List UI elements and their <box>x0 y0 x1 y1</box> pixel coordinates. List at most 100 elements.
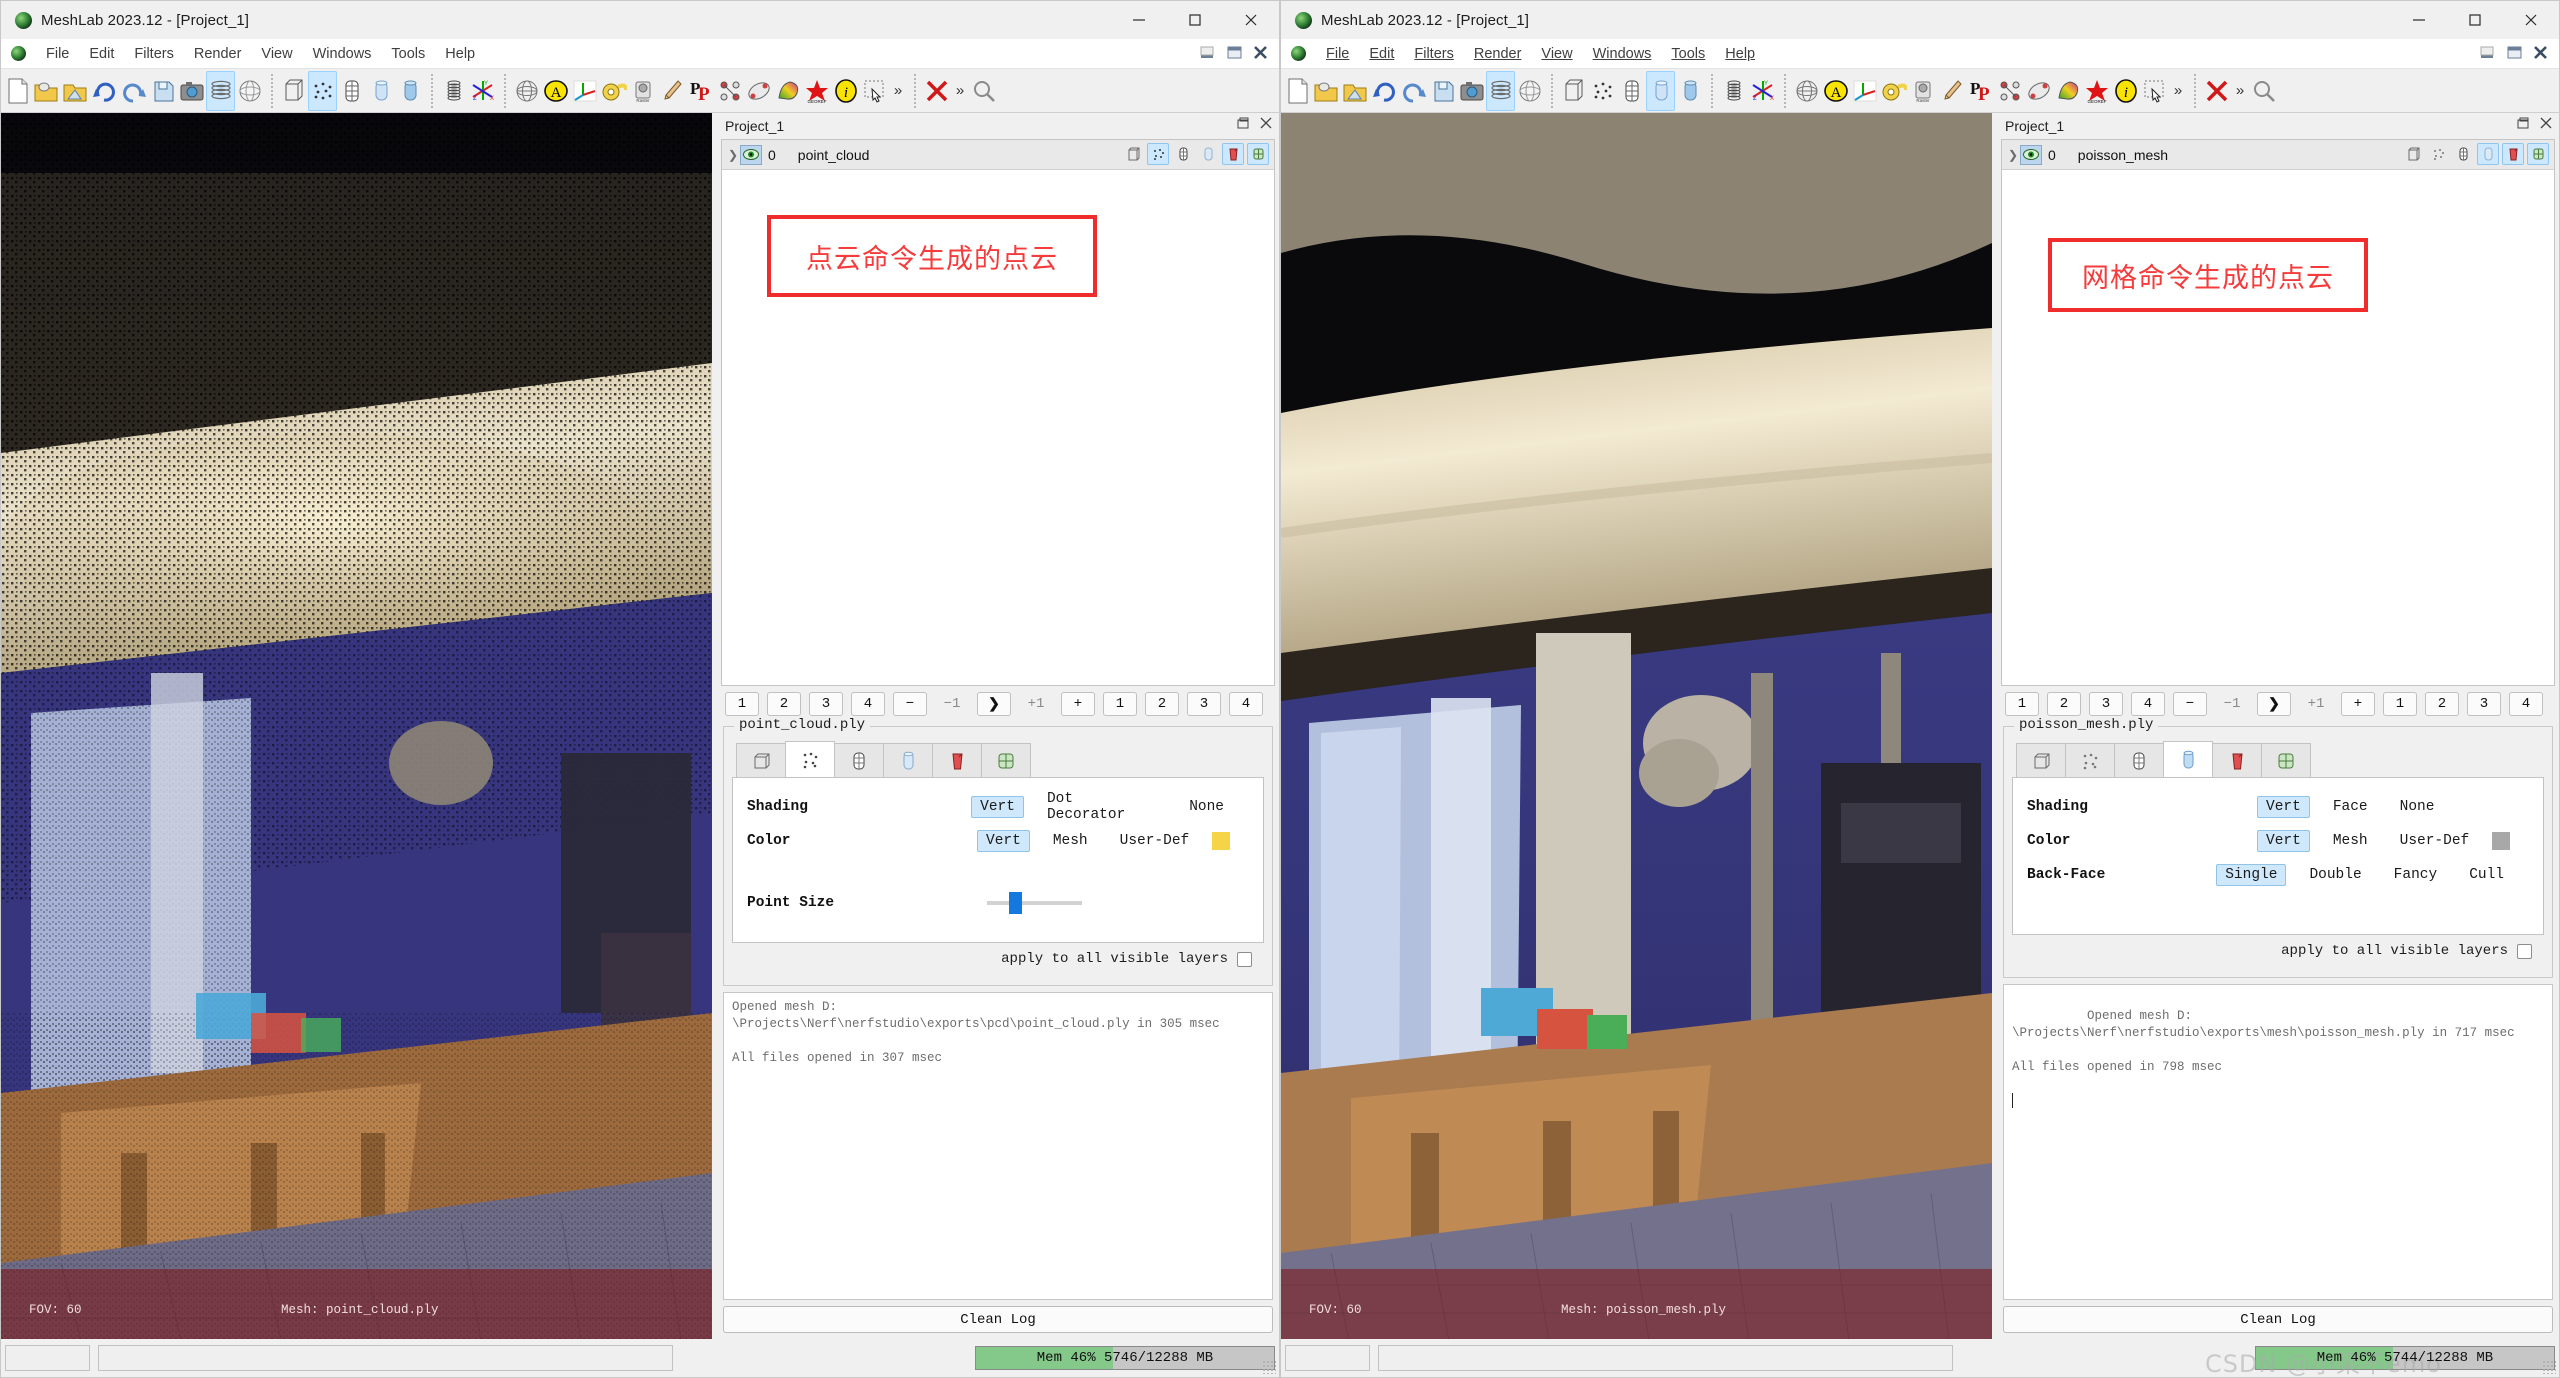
tab-bbox[interactable] <box>736 743 786 777</box>
align-tool-icon[interactable] <box>1995 71 2024 111</box>
tab-wireframe[interactable] <box>834 743 884 777</box>
mdi-minimize-icon[interactable] <box>1199 43 1219 63</box>
layer-smooth-icon[interactable] <box>1222 143 1244 165</box>
layer-btn-minus-one[interactable]: −1 <box>935 692 969 716</box>
layer-bbox-icon[interactable] <box>2402 143 2424 165</box>
flat-render-icon[interactable] <box>1646 70 1675 111</box>
tab-bbox[interactable] <box>2016 743 2066 777</box>
visibility-eye-icon[interactable] <box>740 144 762 165</box>
axis-origin-icon[interactable] <box>570 71 599 111</box>
point-pair-align-icon[interactable] <box>744 71 773 111</box>
layer-btn-1[interactable]: 1 <box>725 692 759 716</box>
layer-flat-icon[interactable] <box>2477 143 2499 165</box>
layer-btn-3[interactable]: 3 <box>2089 692 2123 716</box>
point-size-handle[interactable] <box>1009 892 1022 914</box>
bounding-box-icon[interactable] <box>1559 71 1588 111</box>
minimize-button[interactable] <box>2391 1 2447 39</box>
georef-icon[interactable]: GEOREF <box>2082 71 2111 111</box>
clean-log-button[interactable]: Clean Log <box>723 1306 1273 1333</box>
layer-points-icon[interactable] <box>1147 143 1169 165</box>
backface-option-fancy[interactable]: Fancy <box>2385 864 2447 886</box>
layer-btn-next[interactable]: ❯ <box>977 692 1011 716</box>
layer-btn-b3[interactable]: 3 <box>2467 692 2501 716</box>
color-option-user-def[interactable]: User-Def <box>1111 830 1199 852</box>
paint-brush-icon[interactable] <box>1937 71 1966 111</box>
layer-btn-minus-one[interactable]: −1 <box>2215 692 2249 716</box>
backface-option-single[interactable]: Single <box>2216 864 2287 886</box>
layer-btn-plus[interactable]: + <box>1061 692 1095 716</box>
new-project-icon[interactable] <box>1283 71 1312 111</box>
undo-icon[interactable] <box>119 71 148 111</box>
select-region-icon[interactable] <box>860 71 889 111</box>
layer-wireframe-icon[interactable] <box>2452 143 2474 165</box>
measure-tape-icon[interactable] <box>599 71 628 111</box>
smooth-render-icon[interactable] <box>1675 71 1704 111</box>
flat-render-icon[interactable] <box>366 71 395 111</box>
menu-edit[interactable]: Edit <box>1359 46 1404 62</box>
tab-flat[interactable] <box>883 743 933 777</box>
mdi-close-icon[interactable] <box>2531 43 2551 63</box>
close-button[interactable] <box>1223 1 1279 39</box>
menu-view[interactable]: View <box>1531 46 1582 62</box>
close-button[interactable] <box>2503 1 2559 39</box>
tab-texture[interactable] <box>981 743 1031 777</box>
wireframe-render-icon[interactable] <box>1617 71 1646 111</box>
axis-icon[interactable]: Y X Z <box>1748 71 1777 111</box>
maximize-button[interactable] <box>1167 1 1223 39</box>
info-icon[interactable]: i <box>2111 71 2140 111</box>
user-def-color-swatch[interactable] <box>2492 832 2511 850</box>
globe-icon[interactable] <box>512 71 541 111</box>
tab-texture[interactable] <box>2261 743 2311 777</box>
tab-wireframe[interactable] <box>2114 743 2164 777</box>
menu-tools[interactable]: Tools <box>381 46 435 62</box>
layer-wireframe-icon[interactable] <box>1172 143 1194 165</box>
shading-option-none[interactable]: None <box>1180 796 1233 818</box>
layer-btn-b1[interactable]: 1 <box>2383 692 2417 716</box>
undo-icon[interactable] <box>1399 71 1428 111</box>
layer-btn-b2[interactable]: 2 <box>1145 692 1179 716</box>
shading-option-face[interactable]: Face <box>2324 796 2377 818</box>
tab-smooth[interactable] <box>932 743 982 777</box>
points-render-icon[interactable] <box>1588 71 1617 111</box>
clear-selection-icon[interactable] <box>922 71 951 111</box>
layer-stack-icon[interactable] <box>439 71 468 111</box>
open-mesh-icon[interactable] <box>61 71 90 111</box>
color-option-vert[interactable]: Vert <box>977 830 1030 852</box>
smooth-render-icon[interactable] <box>395 71 424 111</box>
layer-btn-1[interactable]: 1 <box>2005 692 2039 716</box>
layer-btn-3[interactable]: 3 <box>809 692 843 716</box>
menu-filters[interactable]: Filters <box>1404 46 1463 62</box>
expand-chevron-icon[interactable]: ❯ <box>726 148 740 162</box>
menu-file[interactable]: File <box>1316 46 1359 62</box>
open-project-icon[interactable] <box>32 71 61 111</box>
color-option-user-def[interactable]: User-Def <box>2391 830 2479 852</box>
measure-tape-icon[interactable] <box>1879 71 1908 111</box>
menu-windows[interactable]: Windows <box>303 46 382 62</box>
dock-close-icon[interactable] <box>2540 117 2553 133</box>
layer-btn-next[interactable]: ❯ <box>2257 692 2291 716</box>
shading-option-vert[interactable]: Vert <box>2257 796 2310 818</box>
expand-chevron-icon[interactable]: ❯ <box>2006 148 2020 162</box>
layer-btn-b1[interactable]: 1 <box>1103 692 1137 716</box>
layer-btn-b4[interactable]: 4 <box>2509 692 2543 716</box>
layer-texture-icon[interactable] <box>2527 143 2549 165</box>
dock-float-icon[interactable] <box>1237 117 1250 133</box>
menu-file[interactable]: File <box>36 46 79 62</box>
search-icon[interactable] <box>969 71 998 111</box>
viewport-3d[interactable]: FOV: 60 FPS: 91.7 BO_RENDERING Mesh: poi… <box>1 113 712 1339</box>
vertex-display-icon[interactable] <box>206 70 235 111</box>
point-pair-align-icon[interactable] <box>2024 71 2053 111</box>
visibility-eye-icon[interactable] <box>2020 144 2042 165</box>
maximize-button[interactable] <box>2447 1 2503 39</box>
paint-brush-icon[interactable] <box>657 71 686 111</box>
raster-align-icon[interactable]: Raster <box>1908 71 1937 111</box>
select-region-icon[interactable] <box>2140 71 2169 111</box>
layer-list[interactable]: ❯ 0 point_cloud 点云命令生成的点云 <box>721 139 1275 686</box>
clear-selection-icon[interactable] <box>2202 71 2231 111</box>
menu-view[interactable]: View <box>251 46 302 62</box>
mdi-restore-icon[interactable] <box>1225 43 1245 63</box>
shading-option-none[interactable]: None <box>2391 796 2444 818</box>
menu-edit[interactable]: Edit <box>79 46 124 62</box>
mdi-minimize-icon[interactable] <box>2479 43 2499 63</box>
open-mesh-icon[interactable] <box>1341 71 1370 111</box>
